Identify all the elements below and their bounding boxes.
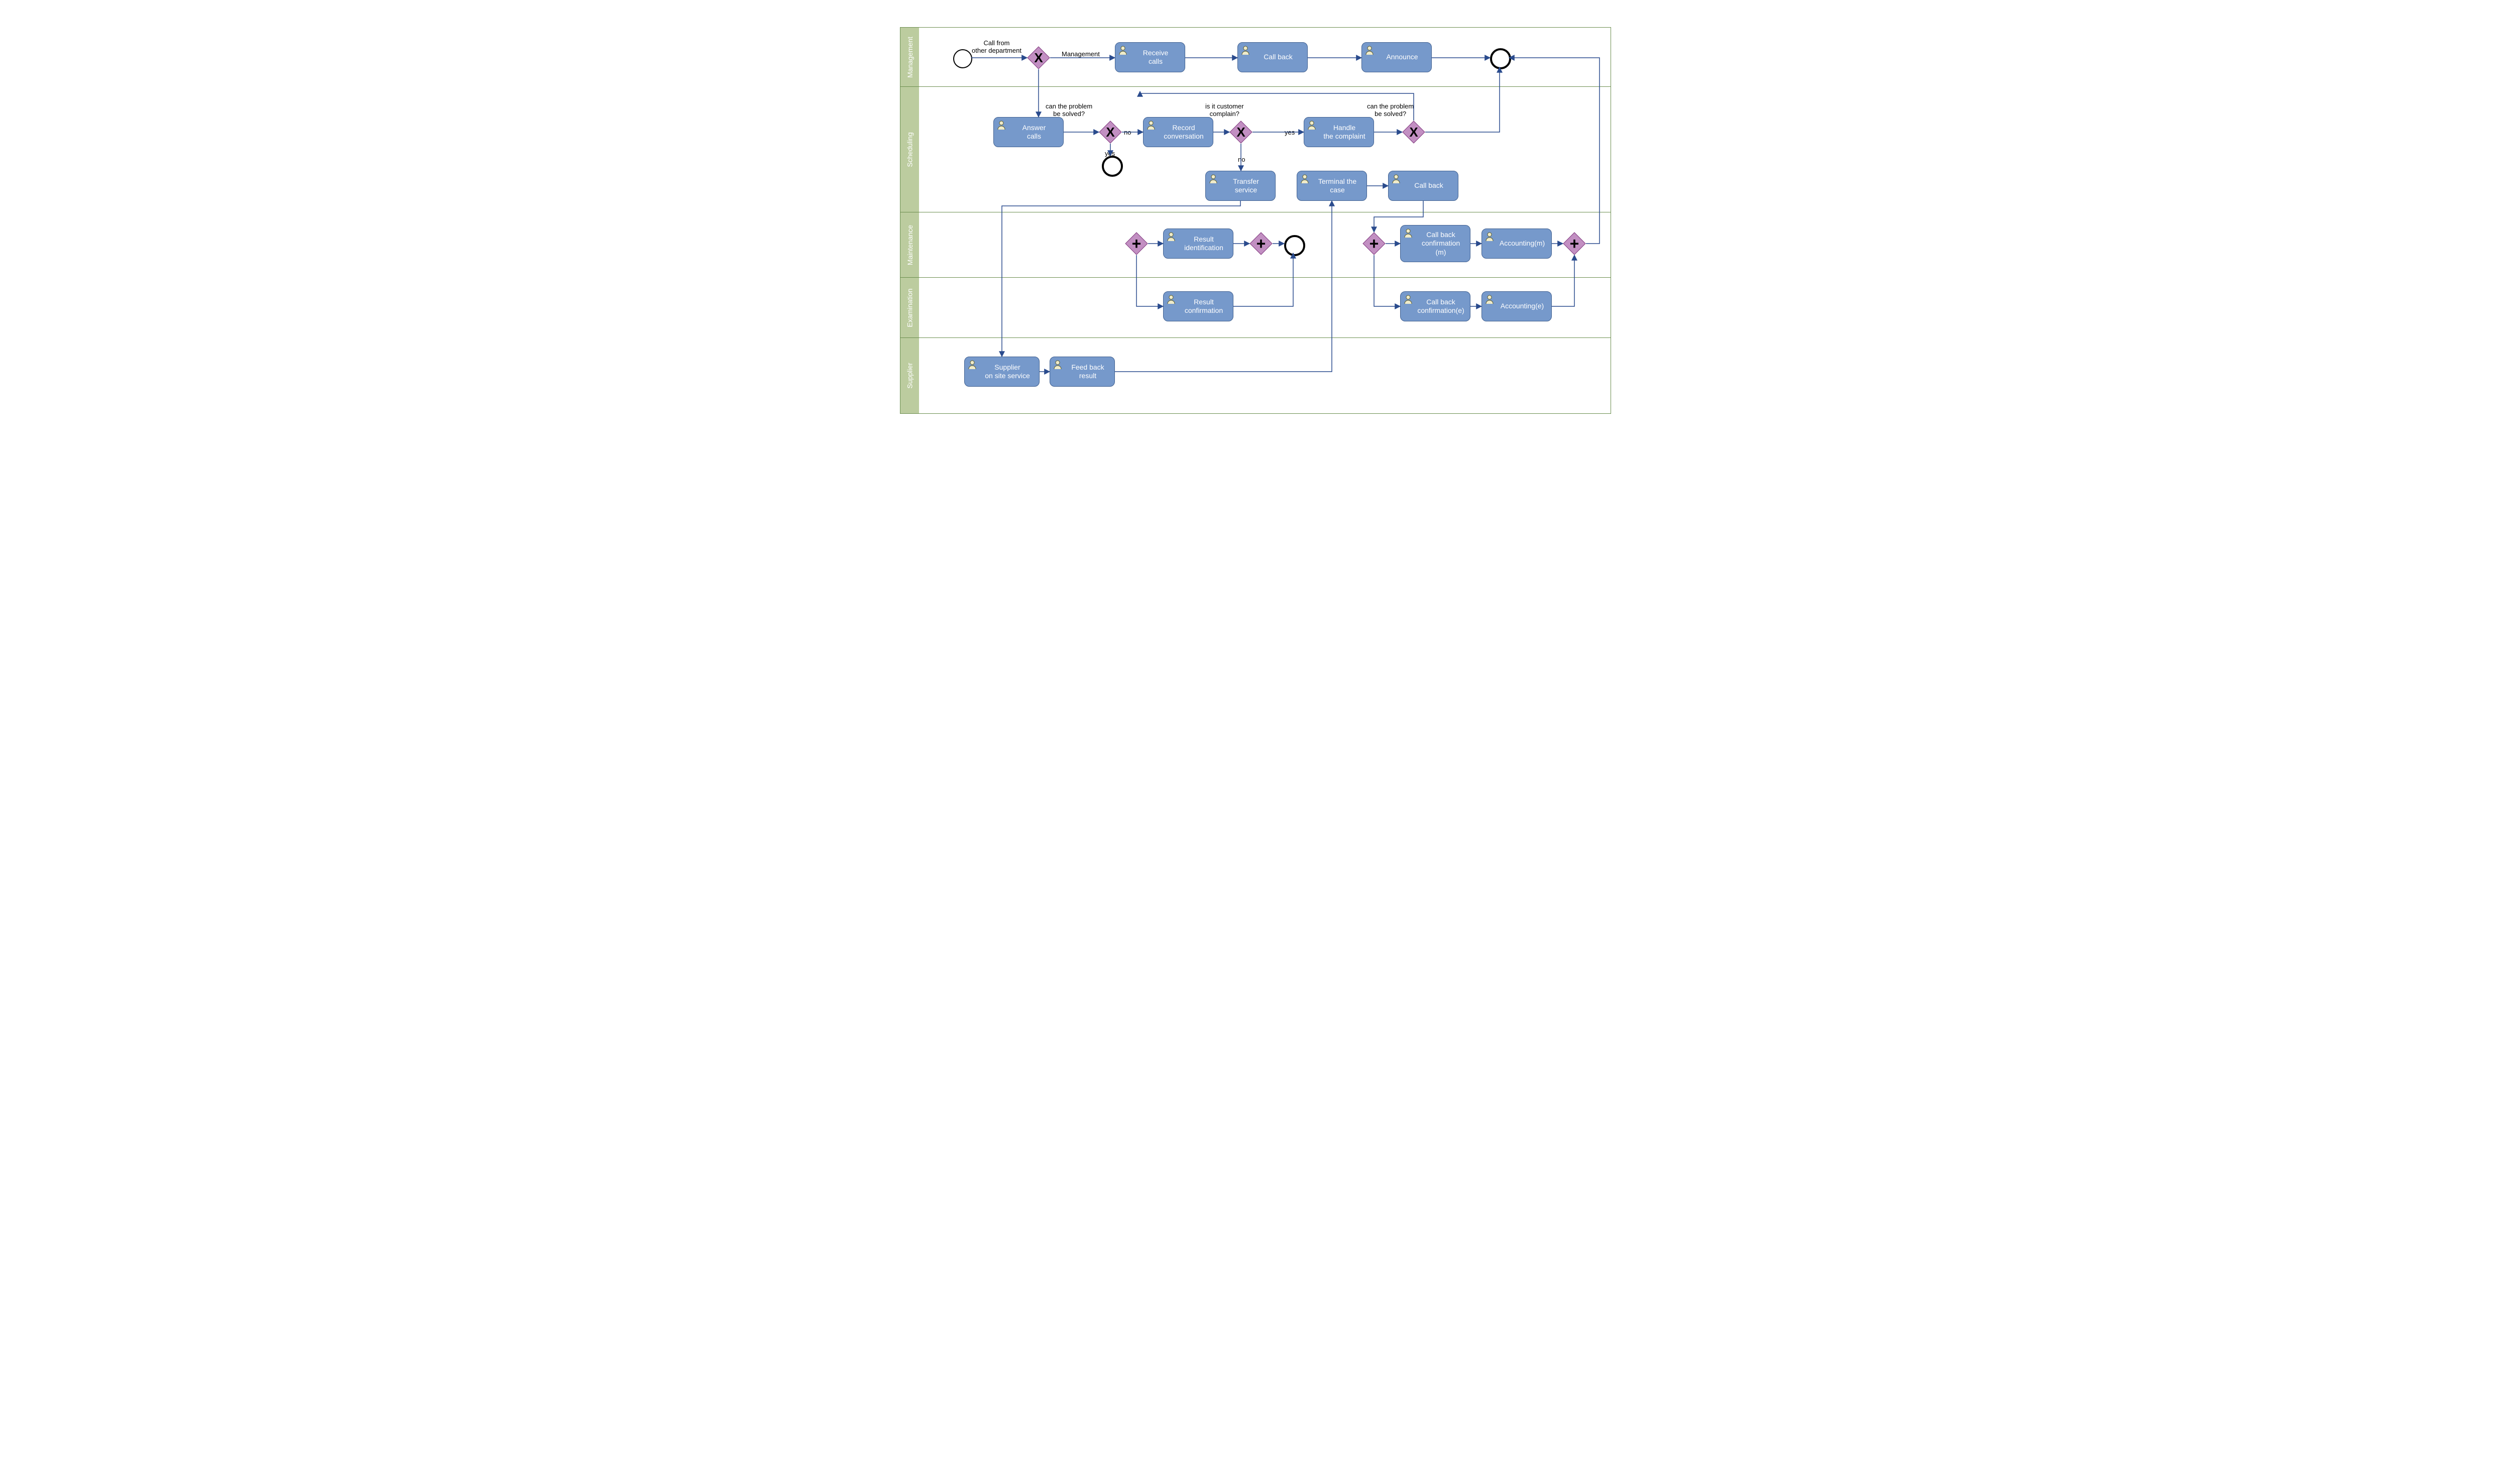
task-label: Answer calls xyxy=(1022,124,1046,141)
task-terminal-case[interactable]: Terminal the case xyxy=(1297,171,1367,201)
lane-label-text: Maintenance xyxy=(906,225,914,265)
user-icon xyxy=(1167,295,1176,304)
label-management-path: Management xyxy=(1062,50,1100,58)
svg-text:X: X xyxy=(1409,125,1418,140)
task-label: Receive calls xyxy=(1143,49,1169,66)
task-label: Call back xyxy=(1414,181,1443,190)
lane-label-text: Supplier xyxy=(906,363,914,388)
task-label: Terminal the case xyxy=(1318,177,1356,195)
user-icon xyxy=(1485,232,1494,241)
task-call-back-management[interactable]: Call back xyxy=(1237,42,1308,72)
gateway-parallel-3[interactable]: + xyxy=(1362,232,1386,255)
user-icon xyxy=(1241,46,1250,55)
label-is-complain: is it customer complain? xyxy=(1205,102,1244,118)
task-result-confirmation[interactable]: Result confirmation xyxy=(1163,291,1233,321)
user-icon xyxy=(1167,232,1176,241)
lane-label-examination: Examination xyxy=(900,277,920,338)
lane-label-text: Examination xyxy=(906,288,914,327)
task-accounting-e[interactable]: Accounting(e) xyxy=(1481,291,1552,321)
lane-label-supplier: Supplier xyxy=(900,337,920,414)
task-result-identification[interactable]: Result identification xyxy=(1163,229,1233,259)
label-call-from: Call from other department xyxy=(972,39,1021,54)
lane-label-management: Management xyxy=(900,27,920,87)
gateway-exclusive-2[interactable]: X xyxy=(1099,121,1122,144)
task-label: Accounting(e) xyxy=(1501,302,1544,311)
task-label: Handle the complaint xyxy=(1323,124,1365,141)
start-event[interactable] xyxy=(953,49,972,68)
label-yes-2: yes xyxy=(1285,129,1295,136)
gateway-exclusive-1[interactable]: X xyxy=(1027,46,1050,69)
task-call-back-scheduling[interactable]: Call back xyxy=(1388,171,1458,201)
task-label: Supplier on site service xyxy=(985,363,1030,381)
user-icon xyxy=(1300,174,1309,183)
gateway-parallel-4[interactable]: + xyxy=(1563,232,1586,255)
user-icon xyxy=(1485,295,1494,304)
svg-text:+: + xyxy=(1257,235,1266,253)
lane-label-scheduling: Scheduling xyxy=(900,86,920,213)
user-icon xyxy=(1118,46,1127,55)
task-handle-complaint[interactable]: Handle the complaint xyxy=(1304,117,1374,147)
task-feedback-result[interactable]: Feed back result xyxy=(1050,357,1115,387)
task-label: Call back confirmation (m) xyxy=(1422,231,1460,257)
task-callback-confirmation-m[interactable]: Call back confirmation (m) xyxy=(1400,225,1470,262)
task-label: Call back xyxy=(1264,53,1293,62)
user-icon xyxy=(968,360,977,369)
task-callback-confirmation-e[interactable]: Call back confirmation(e) xyxy=(1400,291,1470,321)
label-no-1: no xyxy=(1124,129,1131,136)
end-event-yes-solved[interactable] xyxy=(1102,156,1123,177)
user-icon xyxy=(997,121,1006,130)
task-label: Result identification xyxy=(1184,235,1223,253)
end-event-management[interactable] xyxy=(1490,48,1511,69)
task-label: Call back confirmation(e) xyxy=(1417,298,1464,315)
task-label: Record conversation xyxy=(1164,124,1203,141)
svg-text:+: + xyxy=(1570,235,1579,253)
user-icon xyxy=(1147,121,1156,130)
user-icon xyxy=(1404,295,1413,304)
svg-text:X: X xyxy=(1236,125,1245,140)
gateway-parallel-1[interactable]: + xyxy=(1125,232,1148,255)
task-label: Result confirmation xyxy=(1185,298,1223,315)
svg-text:X: X xyxy=(1034,50,1043,65)
task-label: Accounting(m) xyxy=(1500,239,1545,248)
label-can-solve-2: can the problem be solved? xyxy=(1367,102,1414,118)
user-icon xyxy=(1209,174,1218,183)
task-label: Transfer service xyxy=(1233,177,1259,195)
task-receive-calls[interactable]: Receive calls xyxy=(1115,42,1185,72)
gateway-exclusive-3[interactable]: X xyxy=(1229,121,1252,144)
user-icon xyxy=(1392,174,1401,183)
task-transfer-service[interactable]: Transfer service xyxy=(1205,171,1276,201)
task-announce[interactable]: Announce xyxy=(1361,42,1432,72)
bpmn-diagram: Management Scheduling Maintenance Examin… xyxy=(889,0,1622,433)
task-record-conversation[interactable]: Record conversation xyxy=(1143,117,1213,147)
svg-text:X: X xyxy=(1106,125,1115,140)
lane-label-maintenance: Maintenance xyxy=(900,212,920,278)
svg-text:+: + xyxy=(1369,235,1379,253)
user-icon xyxy=(1053,360,1062,369)
gateway-parallel-2[interactable]: + xyxy=(1249,232,1273,255)
user-icon xyxy=(1365,46,1374,55)
label-no-2: no xyxy=(1238,156,1245,163)
lane-label-text: Scheduling xyxy=(906,132,914,167)
task-label: Announce xyxy=(1386,53,1418,62)
task-label: Feed back result xyxy=(1071,363,1104,381)
lane-label-text: Management xyxy=(906,37,914,78)
task-supplier-onsite[interactable]: Supplier on site service xyxy=(964,357,1040,387)
label-can-solve-1: can the problem be solved? xyxy=(1046,102,1092,118)
task-accounting-m[interactable]: Accounting(m) xyxy=(1481,229,1552,259)
gateway-exclusive-4[interactable]: X xyxy=(1402,121,1425,144)
task-answer-calls[interactable]: Answer calls xyxy=(993,117,1064,147)
user-icon xyxy=(1307,121,1316,130)
user-icon xyxy=(1404,229,1413,238)
svg-text:+: + xyxy=(1132,235,1142,253)
end-event-maintenance[interactable] xyxy=(1284,235,1305,256)
